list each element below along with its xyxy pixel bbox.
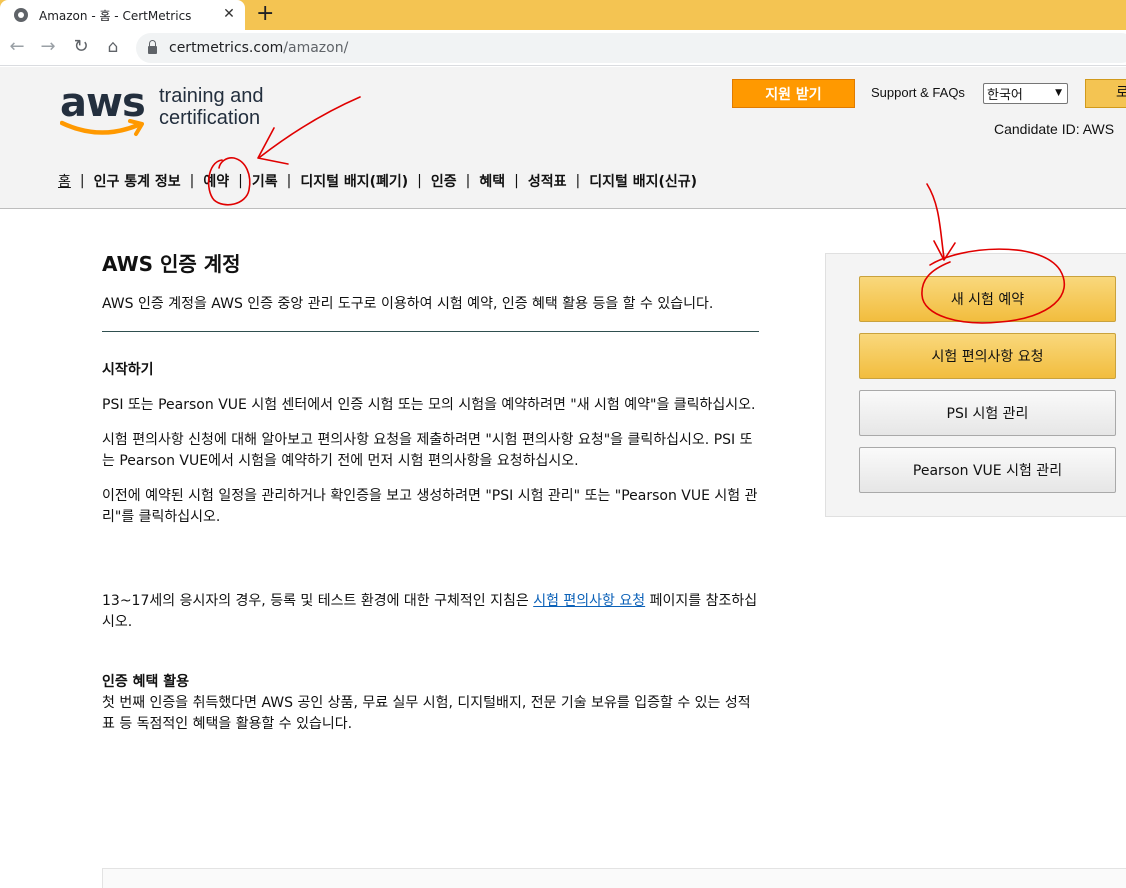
nav-item-home[interactable]: 홈 — [58, 171, 71, 191]
paragraph-manage: 이전에 예약된 시험 일정을 관리하거나 확인증을 보고 생성하려면 "PSI … — [102, 488, 758, 525]
nav-item-demographics[interactable]: 인구 통계 정보 — [94, 171, 181, 191]
login-button[interactable]: 로 — [1085, 79, 1126, 108]
intro-text: AWS 인증 계정을 AWS 인증 중앙 관리 도구로 이용하여 시험 예약, … — [102, 296, 714, 312]
forward-arrow-icon[interactable]: → — [37, 36, 59, 58]
lock-icon — [148, 40, 157, 54]
footer-bar — [102, 868, 1126, 888]
get-support-button[interactable]: 지원 받기 — [732, 79, 855, 108]
nav-item-digital-badges-new[interactable]: 디지털 배지(신규) — [589, 171, 697, 191]
nav-item-transcript[interactable]: 성적표 — [528, 171, 567, 191]
nav-separator: | — [465, 173, 471, 189]
tab-title: Amazon - 홈 - CertMetrics — [39, 8, 192, 23]
support-faqs-link[interactable]: Support & FAQs — [871, 85, 965, 100]
main-content: AWS 인증 계정 AWS 인증 계정을 AWS 인증 중앙 관리 도구로 이용… — [102, 250, 762, 749]
browser-tab[interactable]: Amazon - 홈 - CertMetrics ✕ — [0, 0, 245, 30]
main-nav: 홈 | 인구 통계 정보 | 예약 | 기록 | 디지털 배지(폐기) | 인증… — [58, 171, 697, 191]
language-select[interactable]: 한국어 ▼ — [983, 83, 1068, 104]
paragraph-schedule: PSI 또는 Pearson VUE 시험 센터에서 인증 시험 또는 모의 시… — [102, 397, 756, 413]
nav-separator: | — [286, 173, 292, 189]
reload-icon[interactable]: ↻ — [70, 36, 92, 58]
nav-separator: | — [79, 173, 85, 189]
nav-item-digital-badges-legacy[interactable]: 디지털 배지(폐기) — [300, 171, 408, 191]
nav-item-benefits[interactable]: 혜택 — [479, 171, 505, 191]
nav-separator: | — [189, 173, 195, 189]
benefits-heading: 인증 혜택 활용 — [102, 674, 190, 690]
address-bar[interactable]: certmetrics.com/amazon/ — [136, 33, 1126, 63]
divider — [102, 331, 759, 332]
nav-separator: | — [575, 173, 581, 189]
home-icon[interactable]: ⌂ — [102, 36, 124, 58]
accommodations-link[interactable]: 시험 편의사항 요청 — [533, 593, 645, 609]
url-text: certmetrics.com/amazon/ — [169, 40, 349, 56]
language-value: 한국어 — [987, 88, 1023, 103]
site-header: aws training and certification 지원 받기 Supp… — [0, 67, 1126, 209]
globe-icon — [14, 8, 28, 22]
chevron-down-icon: ▼ — [1055, 88, 1062, 98]
nav-separator: | — [417, 173, 422, 189]
nav-item-certifications[interactable]: 인증 — [431, 171, 457, 191]
browser-tabstrip: Amazon - 홈 - CertMetrics ✕ + — [0, 0, 1126, 30]
close-icon[interactable]: ✕ — [220, 6, 238, 22]
benefits-text: 첫 번째 인증을 취득했다면 AWS 공인 상품, 무료 실무 시험, 디지털배… — [102, 695, 751, 732]
action-panel: 새 시험 예약 시험 편의사항 요청 PSI 시험 관리 Pearson VUE… — [825, 253, 1126, 517]
nav-separator: | — [514, 173, 519, 189]
getting-started-heading: 시작하기 — [102, 362, 154, 378]
nav-item-schedule[interactable]: 예약 — [203, 171, 229, 191]
nav-separator: | — [238, 173, 243, 189]
paragraph-minors: 13~17세의 응시자의 경우, 등록 및 테스트 환경에 대한 구체적인 지침… — [102, 593, 758, 630]
page-title: AWS 인증 계정 — [102, 252, 241, 276]
logo-tagline: training and certification — [159, 85, 264, 129]
back-arrow-icon[interactable]: ← — [6, 36, 28, 58]
manage-psi-exams-button[interactable]: PSI 시험 관리 — [859, 390, 1116, 436]
request-accommodations-button[interactable]: 시험 편의사항 요청 — [859, 333, 1116, 379]
browser-toolbar: ← → ↻ ⌂ certmetrics.com/amazon/ — [0, 30, 1126, 66]
schedule-new-exam-button[interactable]: 새 시험 예약 — [859, 276, 1116, 322]
manage-pearson-vue-exams-button[interactable]: Pearson VUE 시험 관리 — [859, 447, 1116, 493]
smile-arrow-icon — [60, 119, 144, 136]
paragraph-accommodations: 시험 편의사항 신청에 대해 알아보고 편의사항 요청을 제출하려면 "시험 편… — [102, 432, 753, 469]
candidate-id: Candidate ID: AWS — [994, 121, 1115, 137]
new-tab-button[interactable]: + — [256, 1, 274, 27]
nav-item-history[interactable]: 기록 — [252, 171, 278, 191]
